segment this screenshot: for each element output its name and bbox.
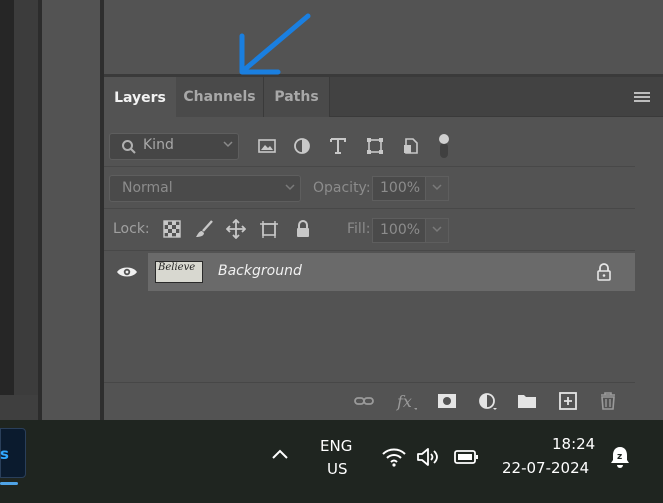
collapsed-panel-column [42, 0, 100, 420]
image-filter-icon[interactable] [257, 136, 277, 156]
battery-icon[interactable] [453, 448, 481, 466]
chevron-down-icon [285, 184, 295, 191]
chevron-up-icon[interactable] [271, 448, 289, 460]
language-region[interactable]: US [327, 460, 348, 478]
svg-text:z: z [617, 452, 622, 462]
annotation-arrow-icon [239, 13, 311, 75]
row-divider [104, 166, 635, 167]
lock-label: Lock: [113, 221, 150, 237]
opacity-value: 100% [380, 180, 421, 196]
shape-filter-icon[interactable] [365, 136, 385, 156]
eye-icon[interactable] [116, 265, 138, 279]
adjustment-filter-icon[interactable] [292, 136, 312, 156]
canvas-edge [0, 0, 14, 395]
layers-panel [104, 77, 663, 420]
tab-label: Channels [183, 89, 256, 105]
tab-label: Layers [114, 89, 166, 106]
upper-panel [104, 0, 663, 74]
notification-bell-icon[interactable]: z [608, 444, 632, 470]
tab-paths[interactable]: Paths [264, 77, 330, 117]
lock-position-icon[interactable] [226, 219, 246, 239]
adjustment-layer-icon[interactable] [477, 391, 499, 411]
scroll-gutter [635, 253, 663, 291]
layer-name[interactable]: Background [218, 263, 302, 279]
group-folder-icon[interactable] [516, 391, 538, 411]
filter-toggle-icon[interactable] [437, 133, 451, 159]
chevron-down-icon [432, 184, 442, 191]
tab-label: Paths [274, 89, 319, 105]
smart-object-filter-icon[interactable] [401, 136, 421, 156]
clock-date[interactable]: 22-07-2024 [502, 459, 589, 477]
link-layers-icon[interactable] [353, 391, 375, 411]
fill-value: 100% [380, 222, 421, 238]
lock-all-icon[interactable] [293, 219, 313, 239]
active-app-indicator [0, 482, 18, 485]
lock-transparent-pixels-icon[interactable] [162, 219, 182, 239]
row-divider [104, 250, 635, 251]
new-layer-icon[interactable] [557, 391, 579, 411]
panel-menu-icon[interactable] [634, 92, 650, 104]
volume-icon[interactable] [416, 446, 442, 468]
search-icon [122, 140, 136, 154]
photoshop-icon-letter: s [0, 445, 9, 463]
tab-layers[interactable]: Layers [104, 77, 176, 118]
chevron-down-icon [432, 226, 442, 233]
language-indicator[interactable]: ENG [320, 437, 352, 455]
layer-lock-icon[interactable] [596, 263, 612, 281]
delete-icon[interactable] [597, 391, 619, 411]
status-area [0, 395, 38, 420]
chevron-down-icon [223, 141, 233, 148]
opacity-label: Opacity: [313, 180, 371, 196]
type-filter-icon[interactable] [328, 136, 348, 156]
lock-image-pixels-icon[interactable] [194, 219, 214, 239]
blend-mode-value: Normal [122, 180, 173, 196]
fx-icon[interactable]: fx [395, 391, 417, 411]
wifi-icon[interactable] [381, 446, 407, 468]
row-divider [104, 208, 635, 209]
svg-text:fx: fx [396, 392, 412, 411]
side-panel-column [14, 0, 38, 395]
add-mask-icon[interactable] [436, 391, 458, 411]
artboard-nesting-icon[interactable] [259, 219, 279, 239]
kind-filter-label: Kind [143, 137, 174, 153]
fill-label: Fill: [347, 221, 371, 237]
tab-channels[interactable]: Channels [176, 77, 264, 117]
clock-time[interactable]: 18:24 [552, 435, 595, 453]
thumbnail-text: Believe [158, 262, 196, 273]
